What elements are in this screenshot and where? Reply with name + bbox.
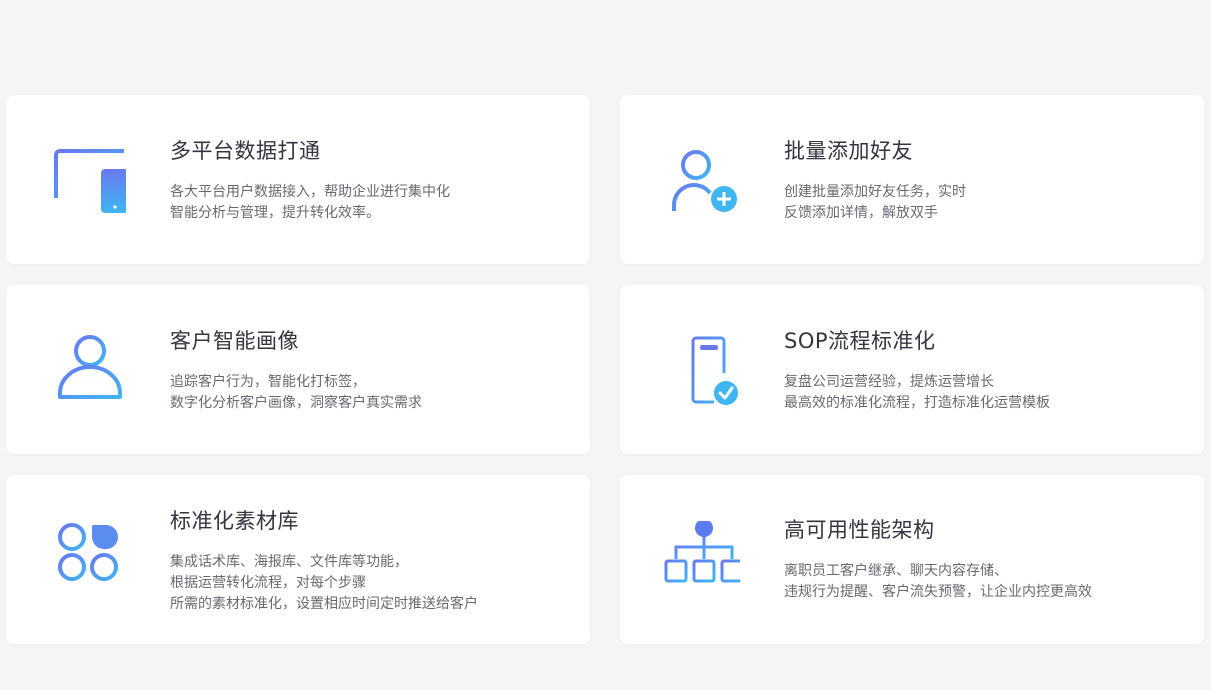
description-line: 根据运营转化流程，对每个步骤: [170, 575, 366, 591]
features-grid: 多平台数据打通 各大平台用户数据接入，帮助企业进行集中化 智能分析与管理，提升转…: [6, 95, 1204, 644]
description-line: 反馈添加详情，解放双手: [784, 205, 938, 221]
feature-card-batch-add-friends: 批量添加好友 创建批量添加好友任务，实时 反馈添加详情，解放双手: [620, 95, 1204, 264]
hierarchy-icon: [660, 521, 740, 601]
description-line: 所需的素材标准化，设置相应时间定时推送给客户: [170, 596, 478, 612]
description-line: 智能分析与管理，提升转化效率。: [170, 205, 380, 221]
add-user-icon: [660, 141, 740, 221]
feature-description: 创建批量添加好友任务，实时 反馈添加详情，解放双手: [784, 182, 1180, 224]
devices-icon: [46, 141, 126, 221]
feature-description: 复盘公司运营经验，提炼运营增长 最高效的标准化流程，打造标准化运营模板: [784, 372, 1180, 414]
description-line: 离职员工客户继承、聊天内容存储、: [784, 563, 1008, 579]
user-icon: [46, 331, 126, 411]
feature-description: 集成话术库、海报库、文件库等功能， 根据运营转化流程，对每个步骤 所需的素材标准…: [170, 552, 566, 615]
feature-title: SOP流程标准化: [784, 329, 936, 353]
feature-description: 离职员工客户继承、聊天内容存储、 违规行为提醒、客户流失预警，让企业内控更高效: [784, 561, 1180, 603]
feature-title: 标准化素材库: [170, 509, 299, 533]
feature-title: 客户智能画像: [170, 329, 299, 353]
description-line: 各大平台用户数据接入，帮助企业进行集中化: [170, 184, 450, 200]
document-check-icon: [660, 331, 740, 411]
description-line: 违规行为提醒、客户流失预警，让企业内控更高效: [784, 584, 1092, 600]
apps-icon: [46, 521, 126, 601]
feature-description: 各大平台用户数据接入，帮助企业进行集中化 智能分析与管理，提升转化效率。: [170, 182, 566, 224]
feature-card-high-availability: 高可用性能架构 离职员工客户继承、聊天内容存储、 违规行为提醒、客户流失预警，让…: [620, 475, 1204, 644]
description-line: 数字化分析客户画像，洞察客户真实需求: [170, 395, 422, 411]
feature-card-sop-standardization: SOP流程标准化 复盘公司运营经验，提炼运营增长 最高效的标准化流程，打造标准化…: [620, 285, 1204, 454]
feature-title: 高可用性能架构: [784, 518, 935, 542]
description-line: 集成话术库、海报库、文件库等功能，: [170, 554, 408, 570]
feature-card-material-library: 标准化素材库 集成话术库、海报库、文件库等功能， 根据运营转化流程，对每个步骤 …: [6, 475, 590, 644]
feature-card-multi-platform: 多平台数据打通 各大平台用户数据接入，帮助企业进行集中化 智能分析与管理，提升转…: [6, 95, 590, 264]
feature-title: 多平台数据打通: [170, 139, 321, 163]
description-line: 创建批量添加好友任务，实时: [784, 184, 966, 200]
description-line: 复盘公司运营经验，提炼运营增长: [784, 374, 994, 390]
feature-title: 批量添加好友: [784, 139, 913, 163]
feature-description: 追踪客户行为，智能化打标签， 数字化分析客户画像，洞察客户真实需求: [170, 372, 566, 414]
feature-card-customer-profile: 客户智能画像 追踪客户行为，智能化打标签， 数字化分析客户画像，洞察客户真实需求: [6, 285, 590, 454]
description-line: 最高效的标准化流程，打造标准化运营模板: [784, 395, 1050, 411]
description-line: 追踪客户行为，智能化打标签，: [170, 374, 366, 390]
